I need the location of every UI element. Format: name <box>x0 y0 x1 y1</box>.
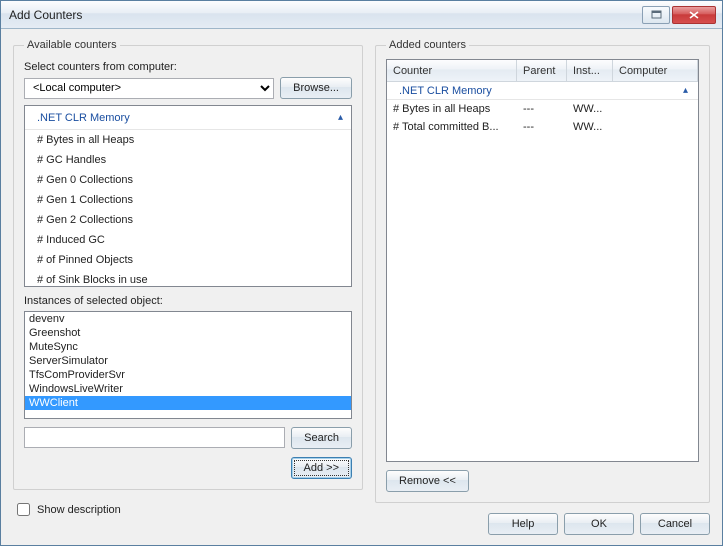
available-counters-group: Available counters Select counters from … <box>13 39 363 490</box>
added-counters-grid[interactable]: Counter Parent Inst... Computer .NET CLR… <box>386 59 699 462</box>
instances-listbox[interactable]: devenv Greenshot MuteSync ServerSimulato… <box>24 311 352 419</box>
counter-item[interactable]: # Induced GC <box>25 230 351 250</box>
instance-item[interactable]: Greenshot <box>25 326 351 340</box>
select-computer-label: Select counters from computer: <box>24 61 352 73</box>
instance-item[interactable]: MuteSync <box>25 340 351 354</box>
cell-counter: # Total committed B... <box>387 118 517 136</box>
added-counters-legend: Added counters <box>386 39 469 51</box>
add-button[interactable]: Add >> <box>291 457 352 479</box>
counter-group-header[interactable]: .NET CLR Memory ▴ <box>25 106 351 130</box>
instance-item[interactable]: WWClient <box>25 396 351 410</box>
cell-parent: --- <box>517 100 567 118</box>
instances-label: Instances of selected object: <box>24 295 352 307</box>
titlebar: Add Counters <box>1 1 722 29</box>
add-counters-window: Add Counters Available counters Select c… <box>0 0 723 546</box>
grid-body: .NET CLR Memory ▴ # Bytes in all Heaps -… <box>387 82 698 461</box>
dialog-footer: Help OK Cancel <box>375 513 710 535</box>
instance-item[interactable]: devenv <box>25 312 351 326</box>
cell-instance: WW... <box>567 118 613 136</box>
available-counters-legend: Available counters <box>24 39 120 51</box>
col-instance[interactable]: Inst... <box>567 60 613 81</box>
ok-button[interactable]: OK <box>564 513 634 535</box>
col-parent[interactable]: Parent <box>517 60 567 81</box>
cell-computer <box>613 118 698 136</box>
browse-button[interactable]: Browse... <box>280 77 352 99</box>
cell-counter: # Bytes in all Heaps <box>387 100 517 118</box>
counter-item[interactable]: # Bytes in all Heaps <box>25 130 351 150</box>
added-group-name: .NET CLR Memory <box>387 82 498 99</box>
help-button[interactable]: Help <box>488 513 558 535</box>
close-button[interactable] <box>672 6 716 24</box>
instance-item[interactable]: TfsComProviderSvr <box>25 368 351 382</box>
content: Available counters Select counters from … <box>1 29 722 545</box>
counter-item[interactable]: # GC Handles <box>25 150 351 170</box>
counter-item[interactable]: # Gen 1 Collections <box>25 190 351 210</box>
added-row[interactable]: # Bytes in all Heaps --- WW... <box>387 100 698 118</box>
show-description-checkbox[interactable] <box>17 503 30 516</box>
added-row[interactable]: # Total committed B... --- WW... <box>387 118 698 136</box>
col-counter[interactable]: Counter <box>387 60 517 81</box>
context-help-button[interactable] <box>642 6 670 24</box>
left-column: Available counters Select counters from … <box>13 39 363 535</box>
counter-item[interactable]: # Gen 2 Collections <box>25 210 351 230</box>
added-counters-group: Added counters Counter Parent Inst... Co… <box>375 39 710 503</box>
show-description-label: Show description <box>37 504 121 516</box>
right-column: Added counters Counter Parent Inst... Co… <box>375 39 710 535</box>
cancel-button[interactable]: Cancel <box>640 513 710 535</box>
counter-item[interactable]: # of Sink Blocks in use <box>25 270 351 287</box>
instance-item[interactable]: ServerSimulator <box>25 354 351 368</box>
remove-button[interactable]: Remove << <box>386 470 469 492</box>
cell-parent: --- <box>517 118 567 136</box>
grid-header: Counter Parent Inst... Computer <box>387 60 698 82</box>
chevron-up-icon: ▴ <box>683 82 688 99</box>
cell-instance: WW... <box>567 100 613 118</box>
counter-item[interactable]: # of Pinned Objects <box>25 250 351 270</box>
computer-combo[interactable]: <Local computer> <box>24 78 274 99</box>
counter-group-name: .NET CLR Memory <box>37 112 130 124</box>
search-button[interactable]: Search <box>291 427 352 449</box>
window-title: Add Counters <box>9 8 640 22</box>
counter-item[interactable]: # Gen 0 Collections <box>25 170 351 190</box>
chevron-up-icon: ▴ <box>338 112 343 123</box>
added-group-row[interactable]: .NET CLR Memory ▴ <box>387 82 698 100</box>
instance-item[interactable]: WindowsLiveWriter <box>25 382 351 396</box>
counters-tree[interactable]: .NET CLR Memory ▴ # Bytes in all Heaps #… <box>24 105 352 287</box>
cell-computer <box>613 100 698 118</box>
search-input[interactable] <box>24 427 285 448</box>
col-computer[interactable]: Computer <box>613 60 698 81</box>
